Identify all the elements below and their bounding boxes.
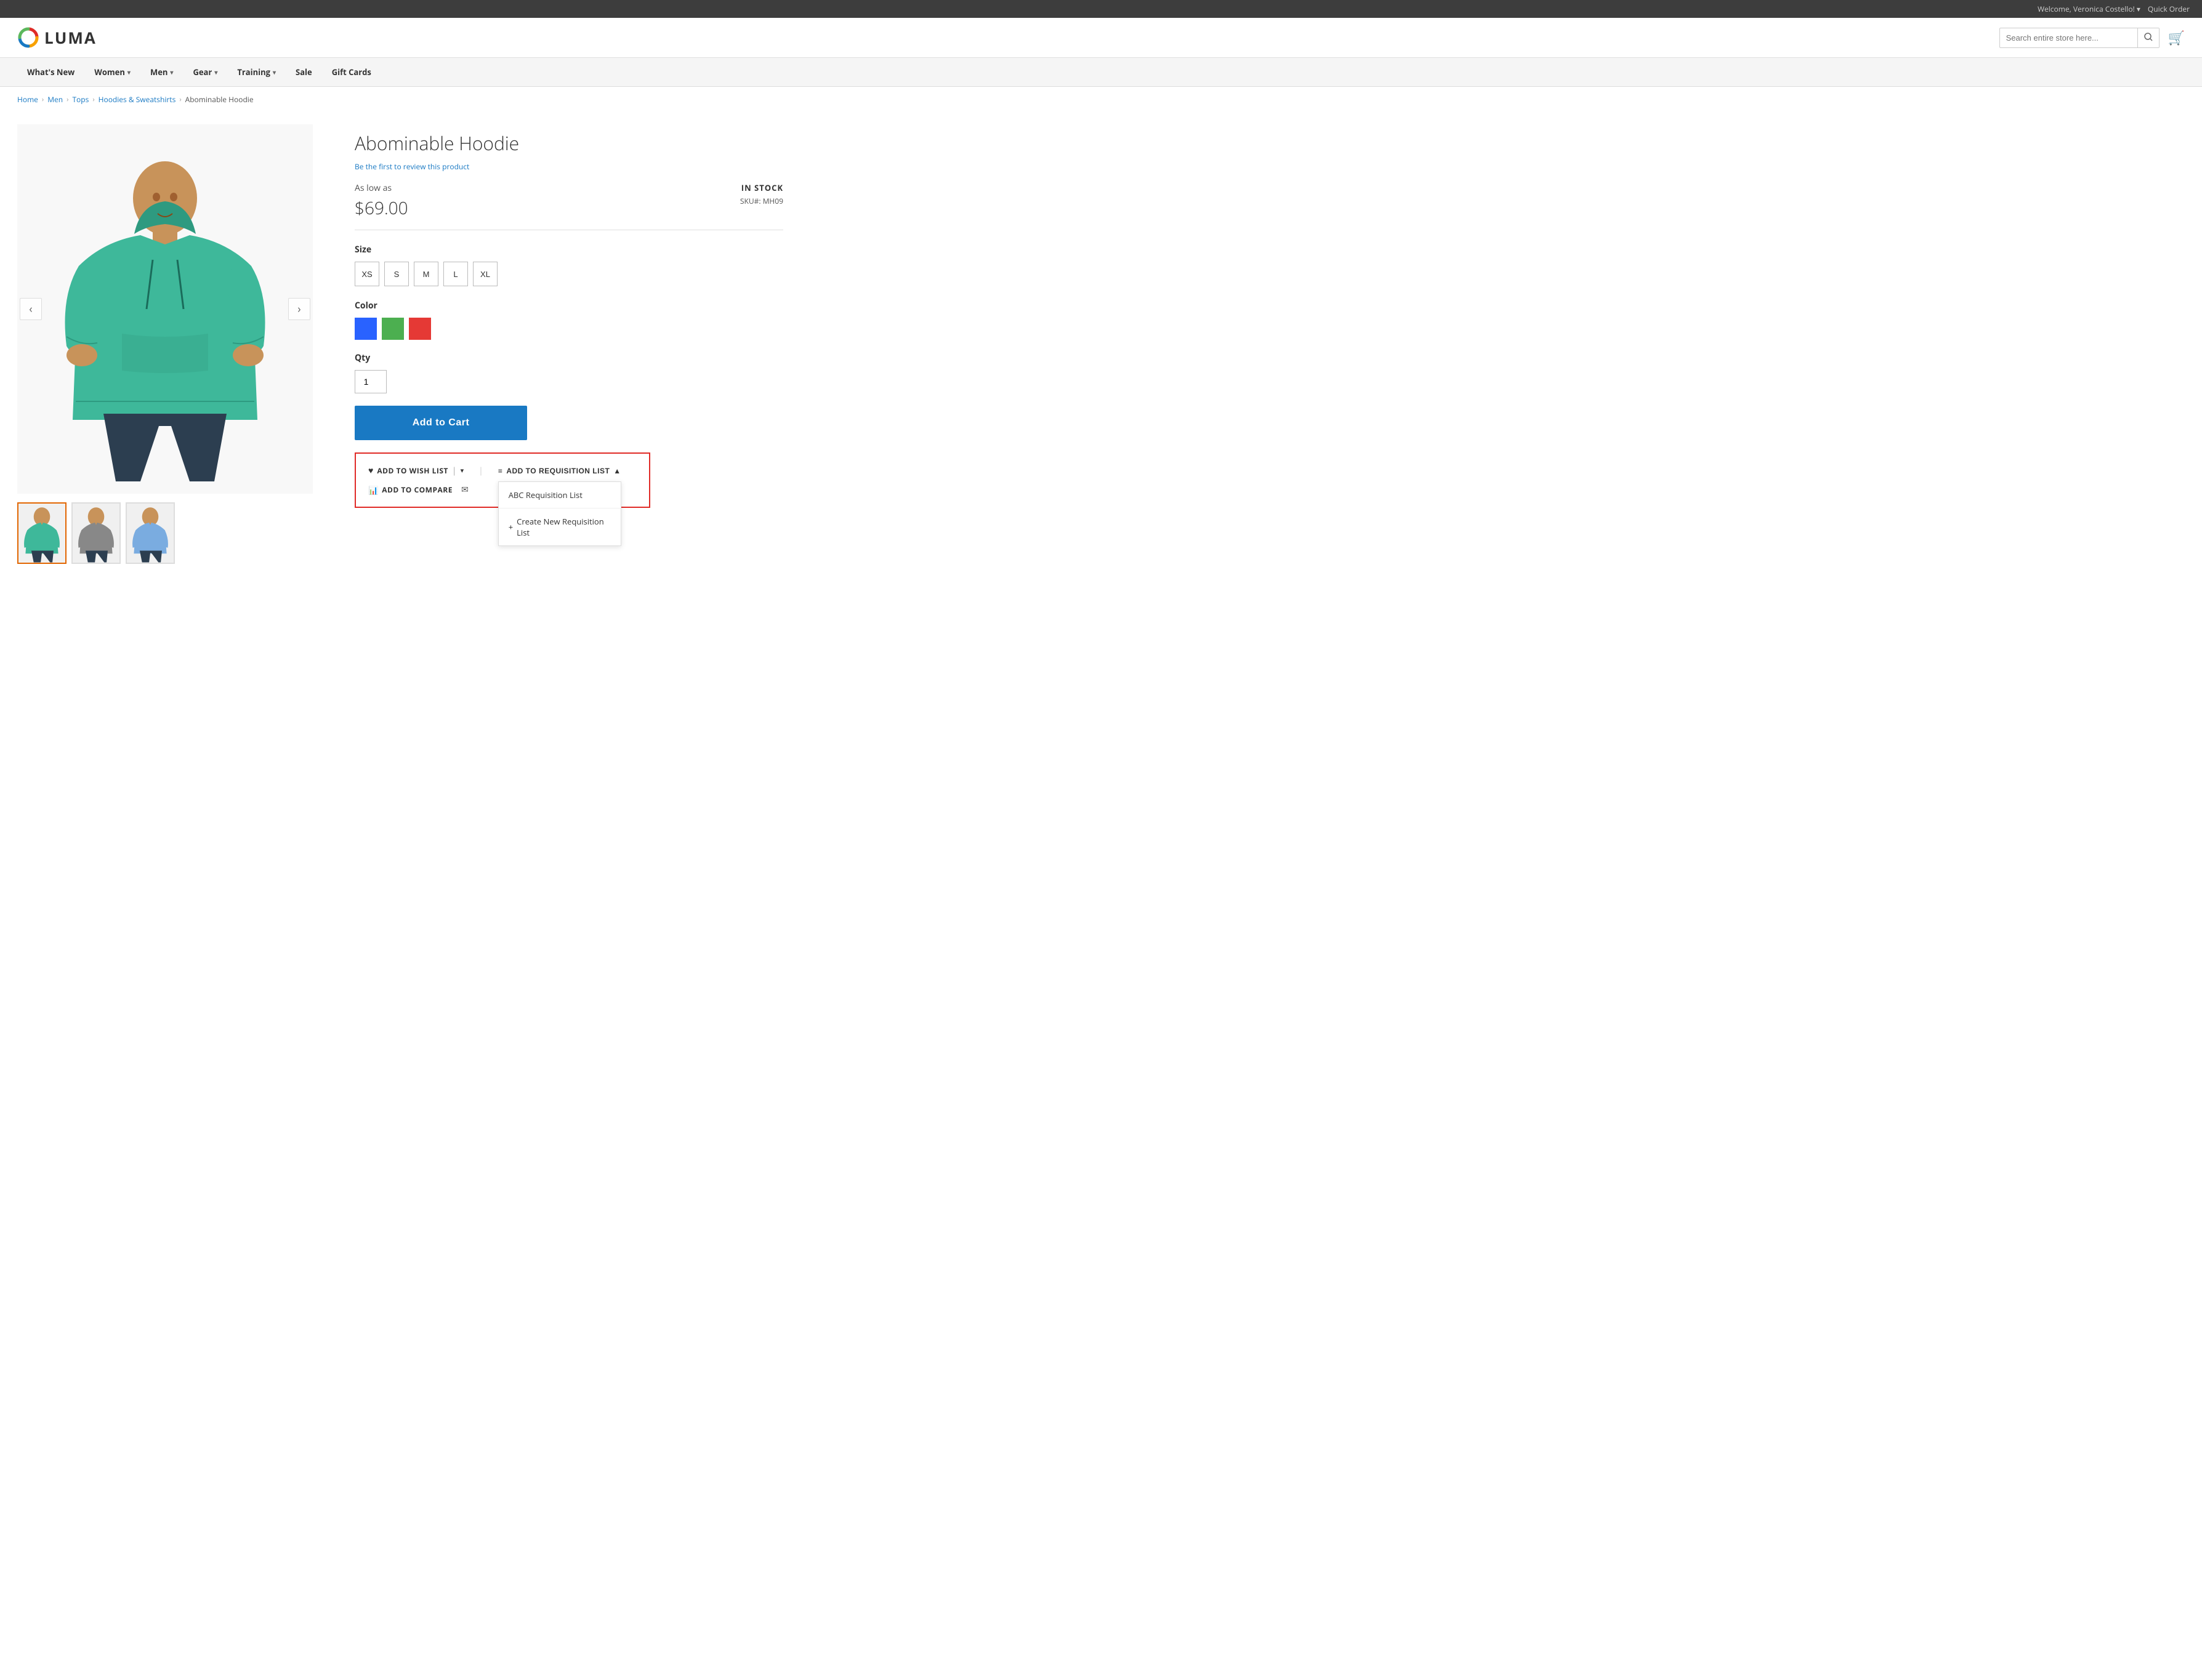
price-value: $69.00 xyxy=(355,196,408,220)
nav-item-training[interactable]: Training ▾ xyxy=(227,58,286,86)
gallery-next-arrow[interactable]: › xyxy=(288,298,310,320)
color-blue[interactable] xyxy=(355,318,377,340)
thumbnail-2[interactable] xyxy=(71,502,121,564)
quick-order-link[interactable]: Quick Order xyxy=(2148,4,2190,14)
size-xl[interactable]: XL xyxy=(473,262,498,286)
header: LUMA 🛒 xyxy=(0,18,2202,58)
nav-item-sale[interactable]: Sale xyxy=(286,58,322,86)
wishlist-section: ♥ ADD TO WISH LIST | ▾ xyxy=(368,465,464,476)
add-to-compare-link[interactable]: ADD TO COMPARE xyxy=(382,484,453,495)
color-option-group: Color xyxy=(355,300,783,340)
search-button[interactable] xyxy=(2137,28,2159,47)
women-chevron: ▾ xyxy=(127,68,131,76)
price-label: As low as xyxy=(355,182,408,194)
nav-item-gear[interactable]: Gear ▾ xyxy=(183,58,227,86)
requisition-item-abc[interactable]: ABC Requisition List xyxy=(499,482,621,508)
gallery-prev-arrow[interactable]: ‹ xyxy=(20,298,42,320)
color-green[interactable] xyxy=(382,318,404,340)
training-chevron: ▾ xyxy=(273,68,276,76)
product-image-svg xyxy=(17,124,313,494)
requisition-item-create[interactable]: + Create New Requisition List xyxy=(499,508,621,545)
qty-label: Qty xyxy=(355,352,783,364)
requisition-list-icon: ≡ xyxy=(498,467,503,475)
add-to-cart-button[interactable]: Add to Cart xyxy=(355,406,527,440)
product-page: ‹ xyxy=(0,112,801,589)
add-to-requisition-button[interactable]: ≡ ADD TO REQUISITION LIST ▲ xyxy=(498,467,621,475)
size-m[interactable]: M xyxy=(414,262,438,286)
men-chevron: ▾ xyxy=(170,68,173,76)
search-box xyxy=(1999,28,2160,48)
price-block: As low as $69.00 IN STOCK SKU#: MH09 xyxy=(355,182,783,230)
actions-row1: ♥ ADD TO WISH LIST | ▾ | ≡ ADD TO REQUIS… xyxy=(368,465,637,476)
breadcrumb-tops[interactable]: Tops xyxy=(72,94,89,105)
cart-icon[interactable]: 🛒 xyxy=(2168,28,2185,47)
welcome-text: Welcome, Veronica Costello! ▾ xyxy=(2038,4,2140,14)
email-icon[interactable]: ✉ xyxy=(461,484,469,496)
logo[interactable]: LUMA xyxy=(17,26,97,49)
color-label: Color xyxy=(355,300,783,311)
qty-block: Qty xyxy=(355,352,783,393)
requisition-dropdown: ABC Requisition List + Create New Requis… xyxy=(498,481,621,546)
qty-input[interactable] xyxy=(355,370,387,393)
product-gallery: ‹ xyxy=(17,124,325,564)
thumbnail-1[interactable] xyxy=(17,502,67,564)
color-options xyxy=(355,318,783,340)
size-xs[interactable]: XS xyxy=(355,262,379,286)
requisition-chevron: ▲ xyxy=(613,467,621,475)
size-label: Size xyxy=(355,244,783,255)
sku: SKU#: MH09 xyxy=(740,196,783,206)
header-right: 🛒 xyxy=(1999,28,2185,48)
review-link[interactable]: Be the first to review this product xyxy=(355,161,469,172)
breadcrumb-hoodies[interactable]: Hoodies & Sweatshirts xyxy=(99,94,176,105)
size-options: XS S M L XL xyxy=(355,262,783,286)
thumbnail-3[interactable] xyxy=(126,502,175,564)
requisition-section: ≡ ADD TO REQUISITION LIST ▲ ABC Requisit… xyxy=(498,467,621,475)
actions-box: ♥ ADD TO WISH LIST | ▾ | ≡ ADD TO REQUIS… xyxy=(355,452,650,508)
stock-info: IN STOCK SKU#: MH09 xyxy=(740,182,783,206)
product-title: Abominable Hoodie xyxy=(355,131,783,156)
breadcrumb-men[interactable]: Men xyxy=(47,94,63,105)
nav-item-gift-cards[interactable]: Gift Cards xyxy=(322,58,381,86)
size-l[interactable]: L xyxy=(443,262,468,286)
main-nav: What's New Women ▾ Men ▾ Gear ▾ Training… xyxy=(0,58,2202,87)
search-input[interactable] xyxy=(2000,29,2137,47)
main-product-image: ‹ xyxy=(17,124,313,494)
add-to-wishlist-link[interactable]: ADD TO WISH LIST xyxy=(377,465,448,476)
color-red[interactable] xyxy=(409,318,431,340)
breadcrumb-current: Abominable Hoodie xyxy=(185,94,254,105)
wishlist-chevron[interactable]: ▾ xyxy=(461,466,464,475)
breadcrumb: Home › Men › Tops › Hoodies & Sweatshirt… xyxy=(0,87,2202,112)
in-stock-badge: IN STOCK xyxy=(740,182,783,193)
nav-item-women[interactable]: Women ▾ xyxy=(84,58,140,86)
thumbnail-list xyxy=(17,502,325,564)
gear-chevron: ▾ xyxy=(214,68,217,76)
search-icon xyxy=(2144,33,2153,41)
size-s[interactable]: S xyxy=(384,262,409,286)
nav-item-whats-new[interactable]: What's New xyxy=(17,58,84,86)
logo-icon xyxy=(17,26,39,49)
size-option-group: Size XS S M L XL xyxy=(355,244,783,286)
nav-item-men[interactable]: Men ▾ xyxy=(140,58,184,86)
breadcrumb-home[interactable]: Home xyxy=(17,94,38,105)
top-bar: Welcome, Veronica Costello! ▾ Quick Orde… xyxy=(0,0,2202,18)
price-section: As low as $69.00 xyxy=(355,182,408,220)
logo-text: LUMA xyxy=(44,26,97,49)
product-info: Abominable Hoodie Be the first to review… xyxy=(355,124,783,564)
